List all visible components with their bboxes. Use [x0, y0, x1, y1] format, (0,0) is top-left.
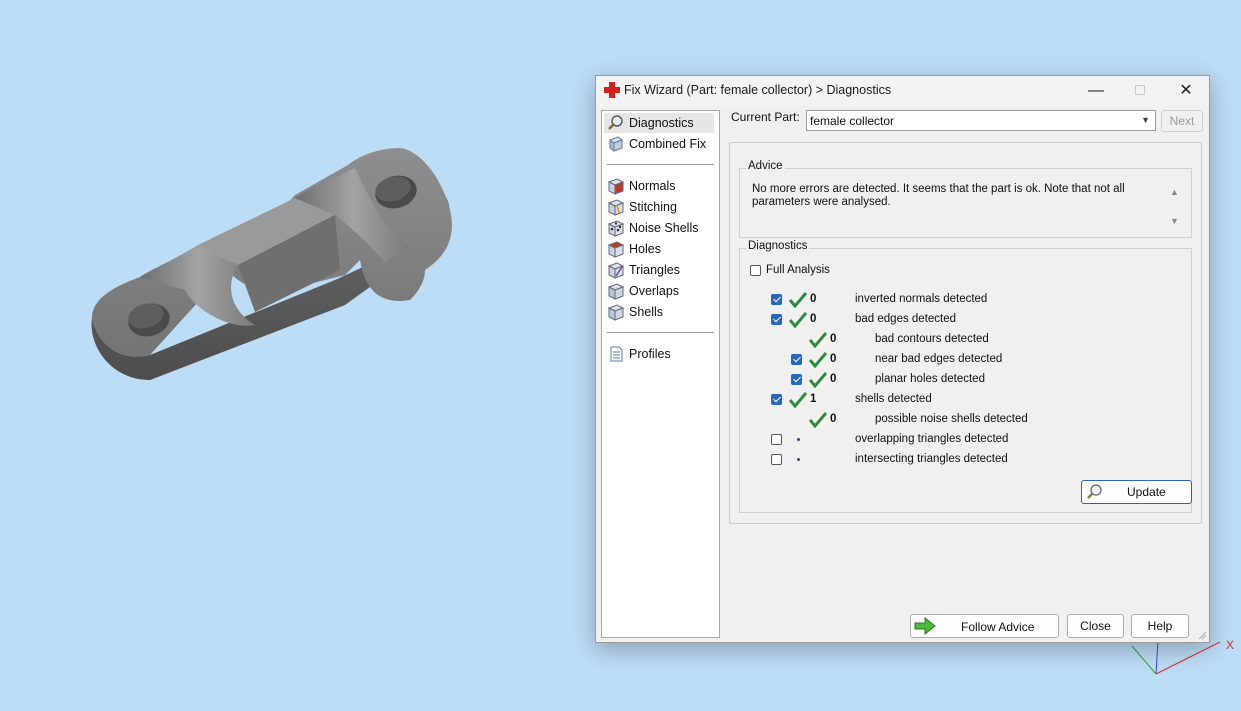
diagnostics-title: Diagnostics — [746, 240, 810, 252]
nav-item-diagnostics[interactable]: Diagnostics — [604, 113, 714, 133]
nav-item-noise-shells[interactable]: Noise Shells — [604, 218, 714, 238]
shells-checkbox[interactable] — [771, 394, 782, 405]
scroll-up-arrow-icon[interactable]: ▲ — [1170, 187, 1179, 197]
count-value: 0 — [810, 293, 817, 305]
nav-divider — [607, 332, 714, 333]
diagnostic-label: bad edges detected — [855, 313, 957, 325]
diagnostic-label: overlapping triangles detected — [855, 433, 1009, 445]
nav-item-combined-fix[interactable]: Combined Fix — [604, 134, 714, 154]
close-window-button[interactable]: ✕ — [1164, 76, 1208, 106]
diagnostic-label: planar holes detected — [875, 373, 985, 385]
advice-text: No more errors are detected. It seems th… — [752, 183, 1125, 208]
profiles-document-icon — [610, 346, 623, 362]
update-button-label: Update — [1127, 485, 1166, 499]
nav-label: Combined Fix — [629, 137, 707, 151]
advice-group: Advice No more errors are detected. It s… — [739, 160, 1192, 238]
x-axis-label: X — [1226, 638, 1234, 652]
diagnostic-label: shells detected — [855, 393, 932, 405]
magnifier-icon — [1087, 484, 1102, 499]
nav-label: Holes — [629, 242, 661, 256]
nav-item-shells[interactable]: Shells — [604, 302, 714, 322]
follow-advice-button[interactable]: Follow Advice — [910, 614, 1059, 638]
diagnostics-group: Diagnostics Full Analysis 0 inverted nor… — [739, 240, 1192, 513]
combined-fix-icon — [608, 136, 624, 152]
diagnostic-label: inverted normals detected — [855, 293, 988, 305]
planar-holes-checkbox[interactable] — [791, 374, 802, 385]
normals-cube-icon — [607, 178, 625, 195]
diagnostic-label: near bad edges detected — [875, 353, 1003, 365]
noise-shells-icon — [607, 220, 625, 237]
green-check-icon — [809, 372, 827, 388]
nav-label: Stitching — [629, 200, 677, 214]
holes-cube-icon — [607, 241, 625, 258]
advice-title: Advice — [746, 160, 785, 172]
pending-dot-icon — [797, 438, 800, 441]
shells-cube-icon — [607, 304, 625, 321]
nav-item-stitching[interactable]: Stitching — [604, 197, 714, 217]
minimize-button[interactable]: — — [1074, 76, 1118, 106]
next-button[interactable]: Next — [1161, 110, 1203, 132]
part-3d-model[interactable] — [80, 140, 460, 390]
stitching-cube-icon — [607, 199, 625, 216]
full-analysis-label: Full Analysis — [766, 264, 830, 276]
current-part-value: female collector — [810, 114, 895, 128]
overlapping-triangles-checkbox[interactable] — [771, 434, 782, 445]
triangles-cube-icon — [607, 262, 625, 279]
near-bad-edges-checkbox[interactable] — [791, 354, 802, 365]
maximize-button[interactable]: □ — [1118, 76, 1162, 106]
green-check-icon — [789, 392, 807, 408]
diagnostic-label: possible noise shells detected — [875, 413, 1028, 425]
wizard-navigation: Diagnostics Combined Fix Normals Stitchi… — [601, 110, 720, 638]
green-check-icon — [809, 412, 827, 428]
close-button[interactable]: Close — [1067, 614, 1124, 638]
diagnostic-label: bad contours detected — [875, 333, 989, 345]
pending-dot-icon — [797, 458, 800, 461]
current-part-dropdown[interactable]: female collector ▼ — [806, 110, 1156, 131]
count-value: 0 — [830, 333, 837, 345]
nav-item-overlaps[interactable]: Overlaps — [604, 281, 714, 301]
green-arrow-icon — [914, 617, 936, 635]
nav-divider — [607, 164, 714, 165]
nav-item-holes[interactable]: Holes — [604, 239, 714, 259]
count-value: 0 — [830, 413, 837, 425]
nav-label: Profiles — [629, 347, 671, 361]
bad-edges-checkbox[interactable] — [771, 314, 782, 325]
fix-wizard-dialog: Fix Wizard (Part: female collector) > Di… — [595, 75, 1210, 643]
nav-label: Triangles — [629, 263, 680, 277]
green-check-icon — [809, 352, 827, 368]
help-button[interactable]: Help — [1131, 614, 1189, 638]
nav-label: Diagnostics — [629, 116, 694, 130]
current-part-label: Current Part: — [731, 110, 800, 124]
green-check-icon — [809, 332, 827, 348]
overlaps-cube-icon — [607, 283, 625, 300]
scroll-down-arrow-icon[interactable]: ▼ — [1170, 216, 1179, 226]
count-value: 0 — [830, 373, 837, 385]
nav-item-normals[interactable]: Normals — [604, 176, 714, 196]
nav-label: Normals — [629, 179, 676, 193]
title-bar[interactable]: Fix Wizard (Part: female collector) > Di… — [596, 76, 1209, 106]
magnifier-icon — [608, 115, 623, 130]
nav-item-triangles[interactable]: Triangles — [604, 260, 714, 280]
green-check-icon — [789, 292, 807, 308]
red-cross-icon — [604, 82, 620, 98]
window-title: Fix Wizard (Part: female collector) > Di… — [624, 83, 892, 97]
nav-label: Overlaps — [629, 284, 680, 298]
chevron-down-icon: ▼ — [1141, 115, 1150, 125]
follow-advice-label: Follow Advice — [961, 620, 1035, 634]
diagnostics-panel: Advice No more errors are detected. It s… — [729, 142, 1202, 524]
intersecting-triangles-checkbox[interactable] — [771, 454, 782, 465]
full-analysis-checkbox[interactable] — [750, 265, 761, 276]
green-check-icon — [789, 312, 807, 328]
count-value: 0 — [810, 313, 817, 325]
nav-item-profiles[interactable]: Profiles — [604, 344, 714, 364]
nav-label: Noise Shells — [629, 221, 699, 235]
nav-label: Shells — [629, 305, 664, 319]
diagnostic-label: intersecting triangles detected — [855, 453, 1008, 465]
inverted-normals-checkbox[interactable] — [771, 294, 782, 305]
count-value: 0 — [830, 353, 837, 365]
resize-grip-icon[interactable] — [1197, 630, 1207, 640]
update-button[interactable]: Update — [1081, 480, 1192, 504]
count-value: 1 — [810, 393, 817, 405]
